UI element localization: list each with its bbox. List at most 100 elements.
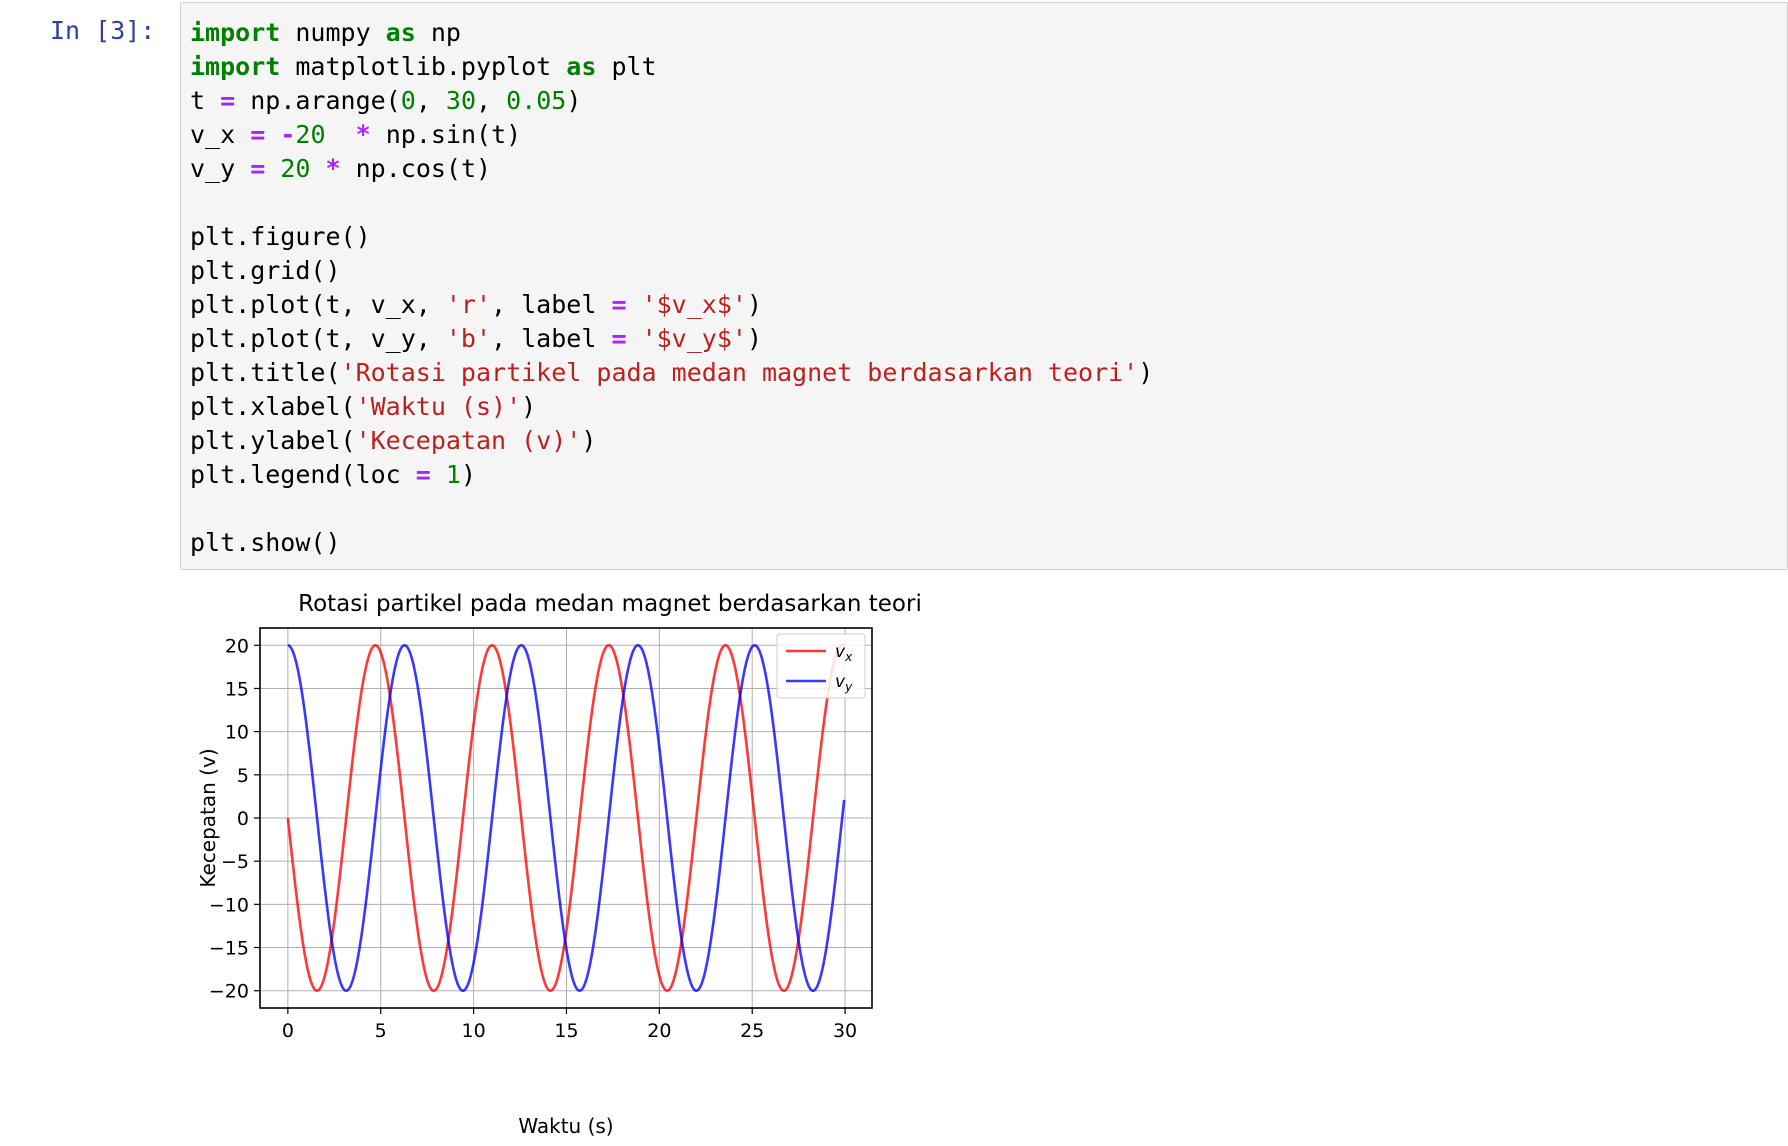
code-token: 0 — [400, 86, 416, 115]
y-tick-label: −5 — [221, 851, 249, 873]
code-token: ) — [1138, 358, 1154, 387]
code-token: 'Kecepatan (v)' — [355, 426, 582, 455]
code-token: ) — [746, 324, 762, 353]
code-token: as — [385, 18, 416, 47]
code-token: np.cos(t) — [340, 154, 492, 183]
code-token: plt.plot(t, v_y, — [190, 324, 446, 353]
code-token: plt.plot(t, v_x, — [190, 290, 446, 319]
code-token: as — [566, 52, 597, 81]
x-axis-ticks: 0 5 10 15 20 25 30 — [282, 1008, 857, 1042]
x-tick-label: 30 — [833, 1020, 857, 1042]
y-tick-label: −15 — [209, 938, 249, 960]
code-token: np.arange( — [235, 86, 401, 115]
code-token: 'Rotasi partikel pada medan magnet berda… — [340, 358, 1139, 387]
code-token: = — [220, 86, 236, 115]
code-token: np.sin(t) — [370, 120, 522, 149]
code-token: ) — [460, 460, 477, 489]
code-token: np — [415, 18, 461, 47]
chart: Rotasi partikel pada medan magnet berdas… — [196, 591, 922, 1138]
code-token: = — [611, 324, 627, 353]
code-line: v_x = -20 * np.sin(t) — [190, 118, 1153, 152]
x-tick-label: 5 — [375, 1020, 387, 1042]
code-token: 'b' — [445, 324, 492, 353]
code-line: import numpy as np — [190, 16, 1153, 50]
code-token: , label — [491, 290, 612, 319]
code-line: plt.grid() — [190, 254, 1153, 288]
code-line: plt.show() — [190, 526, 1153, 560]
x-tick-label: 20 — [647, 1020, 671, 1042]
x-tick-label: 15 — [554, 1020, 578, 1042]
code-token: , — [476, 86, 507, 115]
y-axis-label: Kecepatan (v) — [196, 748, 220, 887]
code-token: 20 — [295, 120, 326, 149]
code-token: 20 — [280, 154, 311, 183]
code-line: t = np.arange(0, 30, 0.05) — [190, 84, 1153, 118]
code-token: plt.show() — [190, 528, 341, 557]
code-token: v_y — [190, 154, 251, 183]
code-line: plt.plot(t, v_x, 'r', label = '$v_x$') — [190, 288, 1153, 322]
x-axis-label: Waktu (s) — [518, 1114, 613, 1138]
code-token: v_x — [190, 120, 251, 149]
code-line: plt.plot(t, v_y, 'b', label = '$v_y$') — [190, 322, 1153, 356]
code-line: plt.title('Rotasi partikel pada medan ma… — [190, 356, 1153, 390]
y-tick-label: 20 — [225, 635, 249, 657]
code-token: plt.title( — [190, 358, 341, 387]
code-token: 1 — [445, 460, 461, 489]
y-tick-label: −10 — [209, 894, 249, 916]
code-token: , — [415, 86, 446, 115]
x-tick-label: 0 — [282, 1020, 294, 1042]
code-token: t — [190, 86, 221, 115]
legend: vxvy — [776, 633, 866, 699]
y-tick-label: 0 — [237, 808, 249, 830]
code-line: plt.figure() — [190, 220, 1153, 254]
code-token: 30 — [445, 86, 477, 115]
code-token: plt.figure() — [190, 222, 371, 251]
code-line: plt.legend(loc = 1) — [190, 458, 1153, 492]
code-token: , label — [491, 324, 612, 353]
code-token: * — [355, 120, 371, 149]
code-token: * — [325, 154, 341, 183]
code-token: numpy — [280, 18, 386, 47]
code-token: 'Waktu (s)' — [355, 392, 522, 421]
code-editor[interactable]: import numpy as np import matplotlib.pypl… — [190, 16, 1153, 560]
code-line: plt.xlabel('Waktu (s)') — [190, 390, 1153, 424]
cell-prompt: In [3]: — [50, 16, 156, 45]
legend-label-subscript: y — [844, 680, 853, 694]
legend-label-subscript: x — [844, 650, 853, 664]
y-tick-label: 5 — [237, 765, 249, 787]
code-token: '$v_y$' — [641, 324, 747, 353]
y-tick-label: −20 — [209, 981, 249, 1003]
code-token: - — [280, 120, 296, 149]
code-line: v_y = 20 * np.cos(t) — [190, 152, 1153, 186]
code-token: 0.05 — [506, 86, 567, 115]
y-tick-label: 15 — [225, 678, 249, 700]
code-token: = — [250, 120, 266, 149]
code-token: plt.xlabel( — [190, 392, 356, 421]
code-token: plt — [596, 52, 657, 81]
code-token: ) — [521, 392, 537, 421]
code-token: 'r' — [445, 290, 492, 319]
chart-title: Rotasi partikel pada medan magnet berdas… — [298, 591, 922, 617]
cell-output: Rotasi partikel pada medan magnet berdas… — [190, 585, 980, 1140]
code-token: matplotlib.pyplot — [280, 52, 567, 81]
code-line: import matplotlib.pyplot as plt — [190, 50, 1153, 84]
y-tick-label: 10 — [225, 722, 249, 744]
code-token: import — [190, 52, 281, 81]
code-token: plt.grid() — [190, 256, 341, 285]
code-token: '$v_x$' — [641, 290, 747, 319]
x-tick-label: 25 — [740, 1020, 764, 1042]
code-token: import — [190, 18, 281, 47]
code-token: = — [250, 154, 266, 183]
code-line: plt.ylabel('Kecepatan (v)') — [190, 424, 1153, 458]
code-token: plt.ylabel( — [190, 426, 356, 455]
code-token: = — [611, 290, 627, 319]
